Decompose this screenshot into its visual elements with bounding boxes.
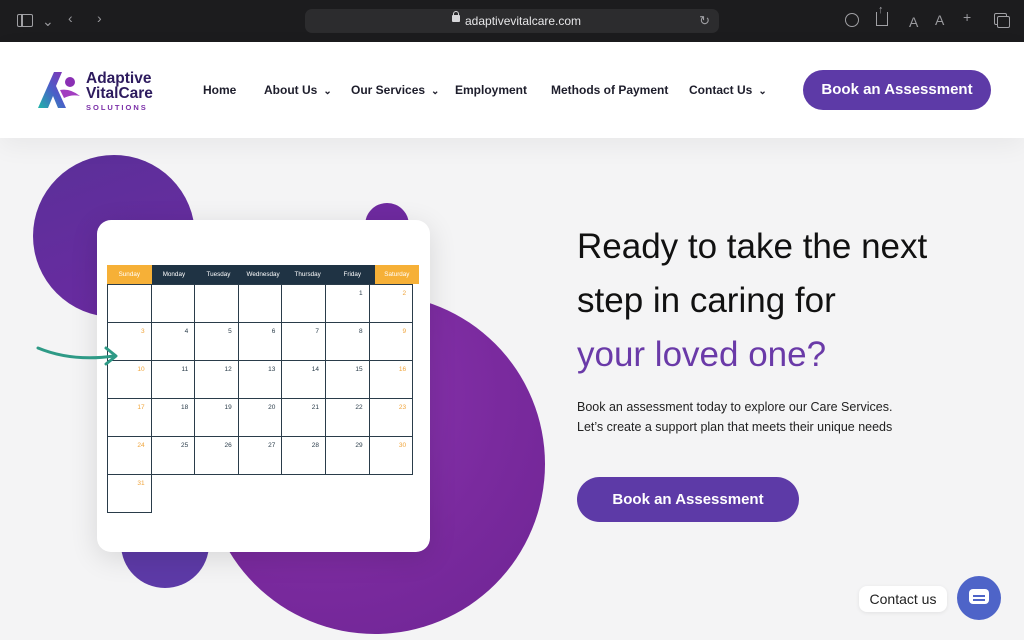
day-header: Friday: [329, 265, 375, 284]
calendar-day-cell: 5: [194, 322, 239, 361]
nav-home-label: Home: [203, 83, 237, 97]
hero-subtext-line2: Let’s create a support plan that meets t…: [577, 420, 893, 434]
calendar-day-cell: 17: [107, 398, 152, 437]
site-logo[interactable]: Adaptive VitalCare SOLUTIONS: [36, 70, 166, 114]
hero-heading-line3: your loved one?: [577, 335, 827, 374]
calendar-day-cell: 2: [368, 284, 414, 323]
back-icon[interactable]: ‹: [68, 11, 73, 25]
nav-our-services[interactable]: Our Services ⌄: [351, 83, 439, 97]
calendar-day-cell: 8: [324, 322, 370, 361]
calendar-grid: Sunday Monday Tuesday Wednesday Thursday…: [107, 265, 420, 513]
logo-word-vitalcare: VitalCare: [86, 85, 153, 102]
calendar-day-cell: 30: [368, 436, 414, 475]
arrow-icon: [36, 346, 118, 366]
nav-about-us[interactable]: About Us ⌄: [264, 83, 332, 97]
nav-methods-of-payment[interactable]: Methods of Payment: [551, 83, 668, 97]
calendar-day-cell: [237, 284, 283, 323]
calendar-day-cell: 4: [150, 322, 196, 361]
hero-heading-line1: Ready to take the next: [577, 227, 928, 266]
calendar-day-cell: 20: [237, 398, 283, 437]
calendar-day-cell: 26: [194, 436, 239, 475]
calendar-day-cell: 11: [150, 360, 196, 399]
logo-word-solutions: SOLUTIONS: [86, 103, 148, 112]
calendar-week-row: 12: [107, 284, 419, 323]
calendar-day-cell: 31: [107, 474, 152, 513]
calendar-day-cell: 23: [368, 398, 414, 437]
hero-heading-line2: step in caring for: [577, 281, 836, 320]
calendar-week-row: 17 18 19 20 21 22 23: [107, 398, 419, 437]
calendar-day-cell: 21: [281, 398, 326, 437]
calendar-day-cell: 7: [281, 322, 326, 361]
browser-toolbar: ⌄ ‹ › adaptivevitalcare.com ↻ A A +: [0, 0, 1024, 42]
nav-employment-label: Employment: [455, 83, 528, 97]
forward-icon[interactable]: ›: [97, 11, 102, 25]
calendar-week-row: 24 25 26 27 28 29 30: [107, 436, 419, 475]
calendar-day-cell: 16: [368, 360, 414, 399]
text-smaller-icon[interactable]: A: [909, 15, 918, 29]
new-tab-icon[interactable]: +: [963, 10, 971, 24]
book-assessment-button[interactable]: Book an Assessment: [577, 477, 799, 522]
calendar-day-cell: 29: [324, 436, 370, 475]
tabs-overview-icon[interactable]: [994, 13, 1010, 28]
calendar-day-cell: 22: [324, 398, 370, 437]
text-larger-icon[interactable]: A: [935, 13, 944, 27]
lock-icon: [452, 11, 460, 22]
calendar-day-cell: 6: [237, 322, 283, 361]
nav-our-services-label: Our Services: [351, 83, 426, 97]
day-header: Saturday: [374, 265, 420, 284]
nav-contact-us[interactable]: Contact Us ⌄: [689, 83, 767, 97]
book-assessment-header-button[interactable]: Book an Assessment: [803, 70, 991, 110]
logo-mark-icon: [38, 72, 80, 108]
history-icon[interactable]: [845, 13, 859, 27]
address-bar[interactable]: adaptivevitalcare.com ↻: [305, 9, 719, 33]
day-header: Thursday: [285, 265, 330, 284]
sidebar-icon[interactable]: [17, 14, 33, 27]
calendar-day-cell: 1: [324, 284, 370, 323]
chevron-down-icon[interactable]: ⌄: [42, 14, 54, 28]
chevron-down-icon: ⌄: [758, 86, 767, 97]
calendar-header-row: Sunday Monday Tuesday Wednesday Thursday…: [107, 265, 420, 284]
nav-about-us-label: About Us: [264, 83, 318, 97]
nav-home[interactable]: Home: [203, 83, 236, 97]
calendar-day-cell: 27: [237, 436, 283, 475]
day-header: Sunday: [107, 265, 152, 284]
calendar-day-cell: 13: [237, 360, 283, 399]
chat-icon[interactable]: [957, 576, 1001, 620]
hero-subtext-line1: Book an assessment today to explore our …: [577, 400, 893, 414]
nav-employment[interactable]: Employment: [455, 83, 527, 97]
calendar-day-cell: 15: [324, 360, 370, 399]
day-header: Monday: [151, 265, 197, 284]
calendar-day-cell: 28: [281, 436, 326, 475]
calendar-day-cell: [281, 284, 326, 323]
calendar-week-row: 10 11 12 13 14 15 16: [107, 360, 419, 399]
calendar-day-cell: 12: [194, 360, 239, 399]
nav-methods-of-payment-label: Methods of Payment: [551, 83, 669, 97]
chevron-down-icon: ⌄: [323, 86, 332, 97]
calendar-week-row: 31: [107, 474, 419, 513]
calendar-body: 1 2 3 4 5 6 7 8 9 10 11 12 13 14 15 16 17 18 19 20 21 22 23 24 2…: [107, 284, 419, 513]
day-header: Wednesday: [240, 265, 286, 284]
calendar-day-cell: [150, 284, 196, 323]
calendar-day-cell: [107, 284, 152, 323]
share-icon[interactable]: [876, 5, 888, 26]
calendar-day-cell: 18: [150, 398, 196, 437]
calendar-day-cell: 9: [368, 322, 414, 361]
calendar-week-row: 3456789: [107, 322, 419, 361]
calendar-day-cell: 25: [150, 436, 196, 475]
calendar-day-cell: 14: [281, 360, 326, 399]
chevron-down-icon: ⌄: [431, 86, 440, 97]
nav-contact-us-label: Contact Us: [689, 83, 753, 97]
calendar-day-cell: [194, 284, 239, 323]
calendar-day-cell: 19: [194, 398, 239, 437]
site-header: Adaptive VitalCare SOLUTIONS Home About …: [0, 42, 1024, 138]
contact-us-label[interactable]: Contact us: [859, 586, 947, 612]
url-text[interactable]: adaptivevitalcare.com: [465, 14, 581, 28]
calendar-day-cell: 24: [107, 436, 152, 475]
calendar-card: Sunday Monday Tuesday Wednesday Thursday…: [97, 220, 430, 552]
day-header: Tuesday: [196, 265, 241, 284]
reload-icon[interactable]: ↻: [699, 13, 710, 29]
